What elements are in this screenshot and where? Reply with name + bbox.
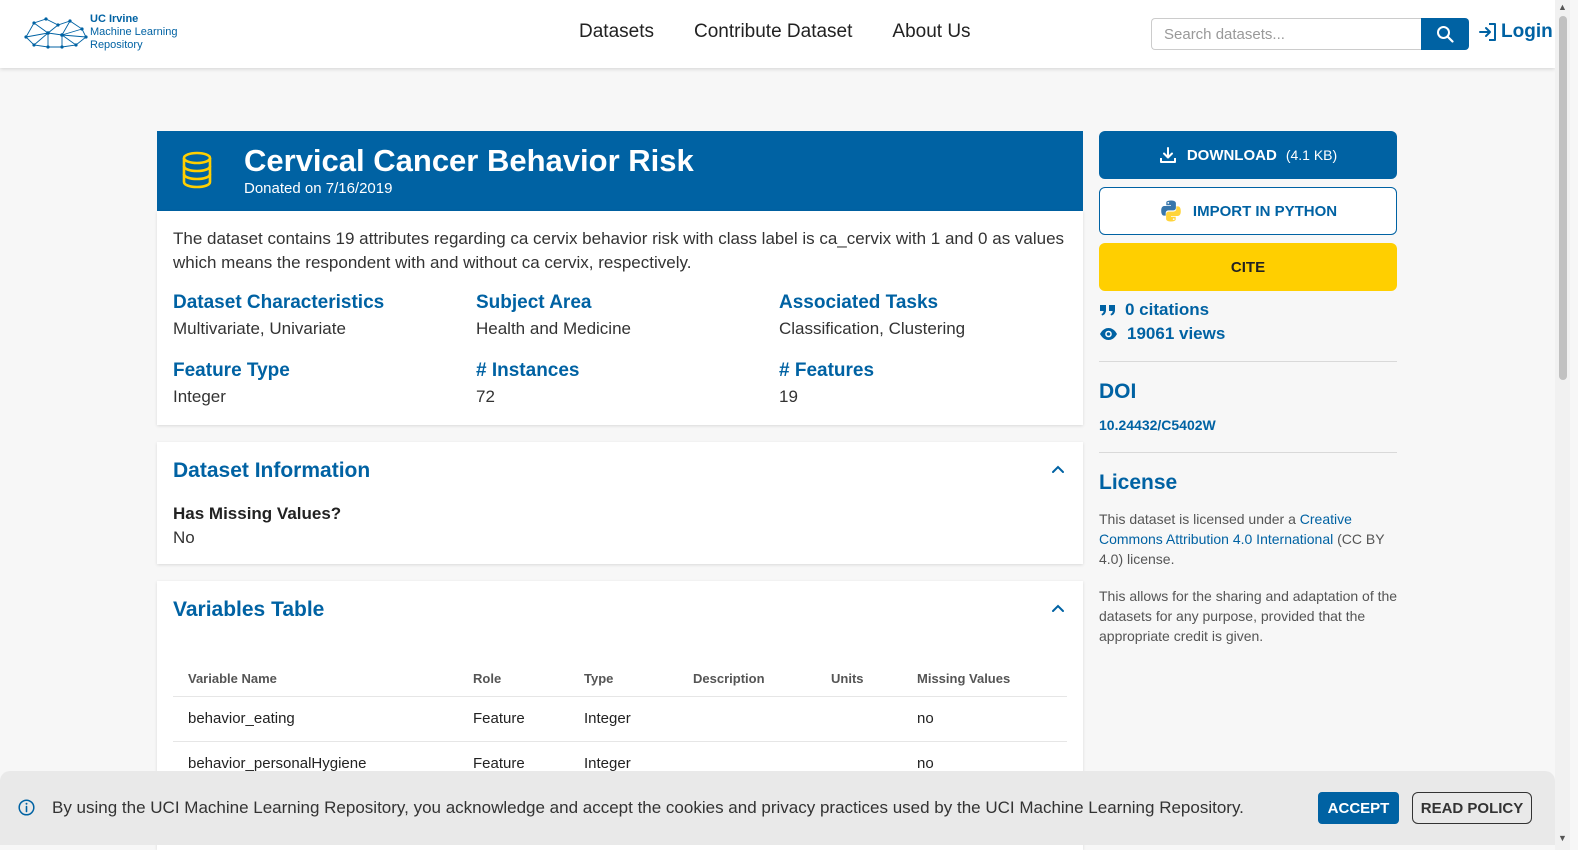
attr-value: Multivariate, Univariate: [173, 319, 346, 338]
nav-about-us[interactable]: About Us: [892, 21, 970, 43]
search-input[interactable]: [1151, 18, 1421, 50]
doi-link[interactable]: 10.24432/C5402W: [1099, 417, 1216, 433]
attr-value: 19: [779, 387, 798, 406]
attr-instances: # Instances 72: [476, 360, 580, 407]
nav-datasets[interactable]: Datasets: [579, 21, 654, 43]
license-note: This allows for the sharing and adaptati…: [1099, 588, 1398, 644]
logo-line2: Machine Learning: [90, 26, 178, 38]
table-cell: Feature: [458, 696, 569, 742]
scroll-up-arrow[interactable]: ▲: [1555, 0, 1570, 15]
citations-stat[interactable]: 0 citations: [1099, 300, 1209, 320]
python-icon: [1161, 200, 1181, 222]
citations-count: 0 citations: [1125, 300, 1210, 319]
main-nav: Datasets Contribute Dataset About Us: [579, 21, 971, 43]
attr-value: Classification, Clustering: [779, 319, 966, 338]
attr-label: Subject Area: [476, 292, 592, 313]
attr-dataset-characteristics: Dataset Characteristics Multivariate, Un…: [173, 292, 384, 339]
chevron-up-icon[interactable]: [1051, 464, 1065, 474]
dataset-header: Cervical Cancer Behavior Risk Donated on…: [157, 131, 1083, 211]
attr-label: Dataset Characteristics: [173, 292, 385, 313]
sidebar-divider: [1099, 361, 1397, 362]
column-header[interactable]: Type: [569, 661, 678, 697]
table-cell: [678, 696, 816, 742]
logo-text: UC Irvine Machine Learning Repository: [90, 13, 177, 52]
cookie-banner: By using the UCI Machine Learning Reposi…: [0, 771, 1555, 845]
download-label: DOWNLOAD: [1186, 146, 1277, 164]
doi-heading: DOI: [1099, 380, 1137, 403]
dataset-title: Cervical Cancer Behavior Risk: [244, 143, 694, 178]
dataset-information-card: Dataset Information Has Missing Values? …: [157, 442, 1083, 564]
search-icon: [1437, 26, 1454, 43]
import-in-python-button[interactable]: IMPORT IN PYTHON: [1099, 187, 1397, 235]
top-navbar: UC Irvine Machine Learning Repository Da…: [0, 0, 1555, 68]
attr-label: Associated Tasks: [779, 292, 939, 313]
donated-date: Donated on 7/16/2019: [244, 180, 393, 197]
variables-table-heading: Variables Table: [173, 598, 325, 621]
table-header-row: Variable Name Role Type Description Unit…: [173, 661, 1067, 697]
accept-cookies-button[interactable]: ACCEPT: [1318, 792, 1399, 824]
column-header[interactable]: Variable Name: [173, 661, 458, 697]
table-cell: Integer: [569, 696, 678, 742]
license-heading: License: [1099, 471, 1178, 494]
read-policy-button[interactable]: READ POLICY: [1412, 792, 1532, 824]
column-header[interactable]: Description: [678, 661, 816, 697]
info-icon: [18, 799, 35, 816]
table-cell: behavior_eating: [173, 696, 458, 742]
attr-associated-tasks: Associated Tasks Classification, Cluster…: [779, 292, 965, 339]
dataset-summary-card: The dataset contains 19 attributes regar…: [157, 211, 1083, 425]
attr-features: # Features 19: [779, 360, 874, 407]
license-text-pre: This dataset is licensed under a: [1099, 511, 1300, 527]
search-button[interactable]: [1421, 18, 1469, 50]
attr-value: Integer: [173, 387, 226, 406]
login-link[interactable]: Login: [1478, 21, 1553, 43]
table-row: behavior_eating Feature Integer no: [173, 696, 1067, 742]
views-stat: 19061 views: [1099, 324, 1225, 344]
column-header[interactable]: Missing Values: [902, 661, 1067, 697]
logo-line1: UC Irvine: [90, 13, 139, 25]
chevron-up-icon[interactable]: [1051, 603, 1065, 613]
cite-button[interactable]: CITE: [1099, 243, 1397, 291]
variables-table: Variable Name Role Type Description Unit…: [173, 661, 1067, 787]
quote-icon: [1100, 305, 1115, 316]
scroll-thumb[interactable]: [1559, 16, 1567, 380]
logo-line3: Repository: [90, 39, 143, 51]
download-icon: [1159, 147, 1176, 163]
cite-label: CITE: [1230, 258, 1266, 276]
database-icon: [182, 151, 212, 189]
attr-value: 72: [476, 387, 495, 406]
page-scrollbar[interactable]: ▲ ▼: [1555, 0, 1570, 850]
download-button[interactable]: DOWNLOAD (4.1 KB): [1099, 131, 1397, 179]
nav-contribute-dataset[interactable]: Contribute Dataset: [694, 21, 852, 43]
attr-label: Feature Type: [173, 360, 290, 381]
column-header[interactable]: Role: [458, 661, 569, 697]
import-in-python-label: IMPORT IN PYTHON: [1192, 202, 1338, 220]
missing-values-answer: No: [173, 528, 195, 547]
attr-subject-area: Subject Area Health and Medicine: [476, 292, 631, 339]
dataset-information-heading: Dataset Information: [173, 459, 371, 482]
site-logo[interactable]: UC Irvine Machine Learning Repository: [24, 13, 177, 52]
search-bar: [1151, 18, 1469, 50]
dataset-description: The dataset contains 19 attributes regar…: [173, 229, 1065, 272]
missing-values-question: Has Missing Values?: [173, 504, 342, 523]
attr-feature-type: Feature Type Integer: [173, 360, 290, 407]
table-cell: [816, 696, 902, 742]
scroll-down-arrow[interactable]: ▼: [1555, 831, 1570, 846]
table-cell: no: [902, 696, 1067, 742]
cookie-message: By using the UCI Machine Learning Reposi…: [52, 798, 1244, 817]
network-logo-icon: [24, 16, 88, 49]
login-label: Login: [1501, 21, 1553, 42]
column-header[interactable]: Units: [816, 661, 902, 697]
eye-icon: [1100, 328, 1117, 340]
sidebar-divider: [1099, 452, 1397, 453]
license-text: This dataset is licensed under a Creativ…: [1099, 509, 1399, 569]
login-icon: [1479, 23, 1496, 41]
download-size: (4.1 KB): [1285, 147, 1338, 163]
attr-label: # Features: [779, 360, 875, 381]
views-count: 19061 views: [1127, 324, 1226, 343]
attr-label: # Instances: [476, 360, 580, 381]
attr-value: Health and Medicine: [476, 319, 631, 338]
